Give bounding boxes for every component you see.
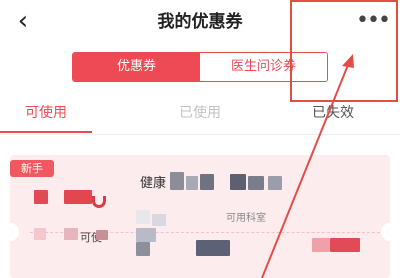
annotation-arrow [261,54,354,278]
annotation-arrow-head [342,54,354,68]
annotation-arrow-line [261,59,351,278]
